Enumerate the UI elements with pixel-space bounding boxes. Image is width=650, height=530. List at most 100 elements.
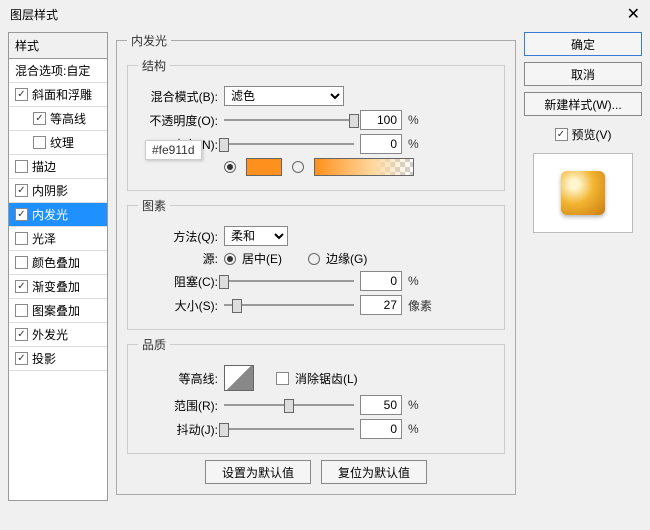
source-center-label: 居中(E): [242, 250, 282, 267]
style-item-9[interactable]: 图案叠加: [9, 299, 107, 323]
jitter-input[interactable]: [360, 419, 402, 439]
make-default-button[interactable]: 设置为默认值: [205, 460, 311, 484]
styles-list: 样式 混合选项:自定 斜面和浮雕等高线纹理描边内阴影内发光光泽颜色叠加渐变叠加图…: [8, 32, 108, 501]
style-checkbox[interactable]: [15, 280, 28, 293]
style-label: 光泽: [32, 230, 56, 247]
style-label: 内发光: [32, 206, 68, 223]
cancel-button[interactable]: 取消: [524, 62, 642, 86]
elements-group: 图素 方法(Q): 柔和 源: 居中(E) 边缘(G) 阻塞(C):: [127, 197, 505, 330]
style-checkbox[interactable]: [15, 304, 28, 317]
blend-mode-select[interactable]: 滤色: [224, 86, 344, 106]
style-label: 渐变叠加: [32, 278, 80, 295]
opacity-input[interactable]: [360, 110, 402, 130]
style-checkbox[interactable]: [15, 232, 28, 245]
style-checkbox[interactable]: [15, 208, 28, 221]
panel-title: 内发光: [127, 32, 171, 49]
style-item-11[interactable]: 投影: [9, 347, 107, 371]
opacity-unit: %: [408, 113, 419, 127]
choke-input[interactable]: [360, 271, 402, 291]
range-unit: %: [408, 398, 419, 412]
technique-select[interactable]: 柔和: [224, 226, 288, 246]
settings-panel: 内发光 结构 混合模式(B): 滤色 不透明度(O): % 杂色(N):: [116, 32, 516, 501]
style-label: 内阴影: [32, 182, 68, 199]
style-item-10[interactable]: 外发光: [9, 323, 107, 347]
blend-mode-label: 混合模式(B):: [138, 88, 218, 105]
noise-unit: %: [408, 137, 419, 151]
source-edge-radio[interactable]: [308, 253, 320, 265]
style-item-3[interactable]: 描边: [9, 155, 107, 179]
style-checkbox[interactable]: [15, 184, 28, 197]
style-item-1[interactable]: 等高线: [9, 107, 107, 131]
jitter-label: 抖动(J):: [138, 421, 218, 438]
style-item-4[interactable]: 内阴影: [9, 179, 107, 203]
style-label: 图案叠加: [32, 302, 80, 319]
size-slider[interactable]: [224, 297, 354, 313]
size-label: 大小(S):: [138, 297, 218, 314]
style-checkbox[interactable]: [15, 88, 28, 101]
source-edge-label: 边缘(G): [326, 250, 367, 267]
color-tooltip: #fe911d: [145, 140, 202, 160]
jitter-slider[interactable]: [224, 421, 354, 437]
style-item-5[interactable]: 内发光: [9, 203, 107, 227]
choke-slider[interactable]: [224, 273, 354, 289]
new-style-button[interactable]: 新建样式(W)...: [524, 92, 642, 116]
quality-group: 品质 等高线: 消除锯齿(L) 范围(R): % 抖动(J):: [127, 336, 505, 454]
technique-label: 方法(Q):: [138, 228, 218, 245]
color-radio[interactable]: [224, 161, 236, 173]
contour-picker[interactable]: [224, 365, 254, 391]
antialias-label: 消除锯齿(L): [295, 370, 358, 387]
preview-label: 预览(V): [572, 126, 612, 143]
antialias-checkbox[interactable]: [276, 372, 289, 385]
style-item-7[interactable]: 颜色叠加: [9, 251, 107, 275]
right-column: 确定 取消 新建样式(W)... 预览(V): [524, 32, 642, 501]
jitter-unit: %: [408, 422, 419, 436]
style-label: 等高线: [50, 110, 86, 127]
style-label: 颜色叠加: [32, 254, 80, 271]
contour-label: 等高线:: [138, 370, 218, 387]
choke-label: 阻塞(C):: [138, 273, 218, 290]
style-item-6[interactable]: 光泽: [9, 227, 107, 251]
close-icon[interactable]: ✕: [627, 4, 640, 24]
source-label: 源:: [138, 250, 218, 267]
size-input[interactable]: [360, 295, 402, 315]
preview-checkbox[interactable]: [555, 128, 568, 141]
range-slider[interactable]: [224, 397, 354, 413]
color-swatch[interactable]: [246, 158, 282, 176]
inner-glow-group: 内发光 结构 混合模式(B): 滤色 不透明度(O): % 杂色(N):: [116, 32, 516, 495]
gradient-swatch[interactable]: [314, 158, 414, 176]
style-item-2[interactable]: 纹理: [9, 131, 107, 155]
style-checkbox[interactable]: [15, 352, 28, 365]
window-title: 图层样式: [10, 6, 627, 23]
reset-default-button[interactable]: 复位为默认值: [321, 460, 427, 484]
structure-group: 结构 混合模式(B): 滤色 不透明度(O): % 杂色(N): %: [127, 57, 505, 191]
style-checkbox[interactable]: [33, 136, 46, 149]
styles-header: 样式: [9, 33, 107, 59]
source-center-radio[interactable]: [224, 253, 236, 265]
style-checkbox[interactable]: [15, 256, 28, 269]
range-label: 范围(R):: [138, 397, 218, 414]
opacity-label: 不透明度(O):: [138, 112, 218, 129]
size-unit: 像素: [408, 297, 432, 314]
style-label: 外发光: [32, 326, 68, 343]
noise-slider[interactable]: [224, 136, 354, 152]
style-item-8[interactable]: 渐变叠加: [9, 275, 107, 299]
style-checkbox[interactable]: [33, 112, 46, 125]
structure-legend: 结构: [138, 57, 170, 74]
ok-button[interactable]: 确定: [524, 32, 642, 56]
style-label: 纹理: [50, 134, 74, 151]
style-item-0[interactable]: 斜面和浮雕: [9, 83, 107, 107]
preview-thumbnail: [561, 171, 605, 215]
style-label: 斜面和浮雕: [32, 86, 92, 103]
elements-legend: 图素: [138, 197, 170, 214]
blend-options-row[interactable]: 混合选项:自定: [9, 59, 107, 83]
style-checkbox[interactable]: [15, 328, 28, 341]
opacity-slider[interactable]: [224, 112, 354, 128]
style-label: 投影: [32, 350, 56, 367]
preview-box: [533, 153, 633, 233]
quality-legend: 品质: [138, 336, 170, 353]
noise-input[interactable]: [360, 134, 402, 154]
style-checkbox[interactable]: [15, 160, 28, 173]
choke-unit: %: [408, 274, 419, 288]
gradient-radio[interactable]: [292, 161, 304, 173]
range-input[interactable]: [360, 395, 402, 415]
